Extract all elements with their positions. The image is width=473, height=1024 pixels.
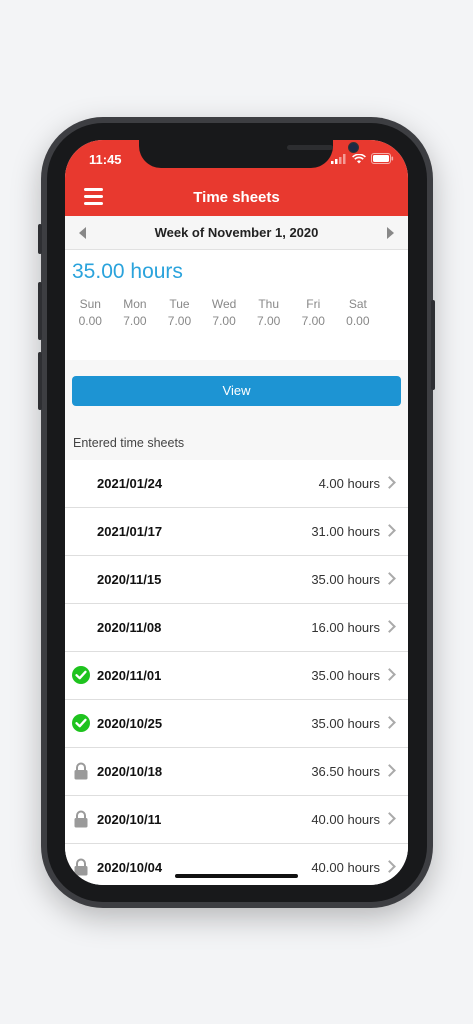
day-hours: 7.00 [301, 314, 325, 328]
chevron-right-icon [383, 668, 396, 681]
day-hours: 7.00 [167, 314, 192, 328]
lock-icon [74, 858, 88, 876]
row-date: 2020/10/11 [97, 812, 162, 827]
view-button[interactable]: View [72, 376, 401, 406]
total-hours: 35.00 hours [72, 260, 183, 283]
table-row[interactable]: 2020/10/25 35.00 hours [65, 700, 408, 748]
front-camera [348, 142, 359, 153]
chevron-right-icon [383, 572, 396, 585]
row-hours: 16.00 hours [311, 620, 380, 635]
row-hours: 35.00 hours [311, 716, 380, 731]
next-week-icon[interactable] [387, 227, 394, 239]
phone-side-button [38, 282, 42, 340]
row-date: 2020/10/25 [97, 716, 163, 731]
home-indicator[interactable] [175, 874, 298, 878]
signal-icon [331, 153, 346, 164]
day-name: Mon [123, 297, 147, 311]
day-name: Sat [348, 297, 367, 311]
row-hours: 35.00 hours [311, 668, 380, 683]
day-name: Wed [211, 297, 237, 311]
table-row[interactable]: 2020/10/18 36.50 hours [65, 748, 408, 796]
table-row[interactable]: 2020/11/01 35.00 hours [65, 652, 408, 700]
table-row[interactable]: 2021/01/24 4.00 hours [65, 460, 408, 508]
speaker-grille [287, 145, 333, 150]
day-name: Fri [306, 297, 321, 311]
row-date: 2021/01/17 [97, 524, 163, 539]
row-date: 2020/10/04 [97, 860, 163, 875]
row-hours: 40.00 hours [311, 860, 380, 875]
wifi-icon [352, 153, 366, 163]
timesheet-list: 2021/01/24 4.00 hours 2021/01/17 31.00 h… [65, 460, 408, 885]
table-row[interactable]: 2020/11/08 16.00 hours [65, 604, 408, 652]
approved-check-icon [72, 714, 90, 732]
status-time: 11:45 [89, 152, 122, 167]
phone-side-button [38, 224, 42, 254]
week-summary: 35.00 hours Sun 0.00 Mon 7.00 Tue 7.00 Wed 7… [65, 250, 408, 360]
day-column: Tue 7.00 [157, 296, 202, 330]
week-selector: Week of November 1, 2020 [65, 216, 408, 250]
table-row[interactable]: 2020/10/11 40.00 hours [65, 796, 408, 844]
lock-icon [74, 810, 88, 828]
chevron-right-icon [383, 524, 396, 537]
battery-icon [371, 153, 394, 164]
row-hours: 31.00 hours [311, 524, 380, 539]
page-title: Time sheets [193, 189, 280, 206]
day-breakdown: Sun 0.00 Mon 7.00 Tue 7.00 Wed 7.00 Thu 7.00 … [68, 296, 380, 330]
row-hours: 35.00 hours [311, 572, 380, 587]
day-hours: 7.00 [212, 314, 236, 328]
table-row[interactable]: 2021/01/17 31.00 hours [65, 508, 408, 556]
day-column: Thu 7.00 [246, 296, 291, 330]
entered-section-label: Entered time sheets [73, 436, 185, 450]
day-name: Sun [79, 297, 101, 311]
chevron-right-icon [383, 716, 396, 729]
row-hours: 36.50 hours [311, 764, 380, 779]
table-row[interactable]: 2020/10/04 40.00 hours [65, 844, 408, 885]
day-column: Mon 7.00 [113, 296, 158, 330]
day-name: Tue [169, 297, 190, 311]
week-label: Week of November 1, 2020 [154, 225, 319, 240]
phone-notch [139, 140, 359, 168]
status-icons [331, 153, 394, 164]
day-column: Sat 0.00 [336, 296, 381, 330]
row-date: 2020/11/08 [97, 620, 162, 635]
row-hours: 4.00 hours [318, 476, 380, 491]
chevron-right-icon [383, 620, 396, 633]
day-column: Sun 0.00 [68, 296, 113, 330]
row-date: 2020/10/18 [97, 764, 163, 779]
chevron-right-icon [383, 812, 396, 825]
row-hours: 40.00 hours [311, 812, 380, 827]
row-date: 2021/01/24 [97, 476, 163, 491]
day-column: Wed 7.00 [202, 296, 247, 330]
day-hours: 0.00 [346, 314, 370, 328]
phone-side-button [38, 352, 42, 410]
row-date: 2020/11/15 [97, 572, 162, 587]
day-column: Fri 7.00 [291, 296, 336, 330]
table-row[interactable]: 2020/11/15 35.00 hours [65, 556, 408, 604]
day-hours: 0.00 [78, 314, 102, 328]
row-date: 2020/11/01 [97, 668, 162, 683]
chevron-right-icon [383, 860, 396, 873]
approved-check-icon [72, 666, 90, 684]
day-name: Thu [258, 297, 280, 311]
day-hours: 7.00 [256, 314, 281, 328]
app-screen: 11:45 Time sheets Week of November 1, 20… [65, 140, 408, 885]
chevron-right-icon [383, 476, 396, 489]
lock-icon [74, 762, 88, 780]
phone-side-button [431, 300, 435, 390]
day-hours: 7.00 [123, 314, 147, 328]
chevron-right-icon [383, 764, 396, 777]
